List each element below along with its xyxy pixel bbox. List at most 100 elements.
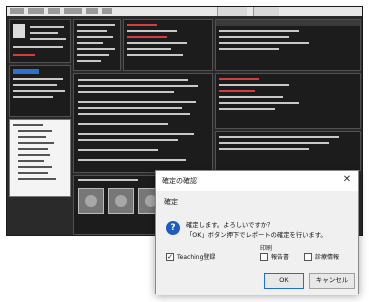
cancel-button[interactable]: キャンセル [309,273,355,289]
text-line [30,32,58,34]
text-line [219,108,275,110]
image-thumbnail[interactable] [78,188,104,214]
list-item[interactable] [219,48,279,50]
list-item[interactable] [13,84,57,86]
menu-item[interactable] [48,8,60,14]
tree-item[interactable] [18,166,52,168]
checkbox-empty-icon[interactable] [304,252,312,261]
checkbox-empty-icon[interactable] [260,252,268,261]
tree-item[interactable] [18,154,50,156]
list-item[interactable] [13,90,65,92]
text-line [78,133,194,135]
toolbar-button[interactable] [253,7,279,16]
history-list-panel [215,19,361,71]
list-item[interactable] [219,36,289,38]
text-line [77,54,109,56]
order-info-panel [73,19,121,71]
menu-item[interactable] [64,8,82,14]
report-editor[interactable] [73,73,213,173]
tree-item[interactable] [18,160,44,162]
image-thumbnail[interactable] [108,188,134,214]
text-line [127,54,183,56]
confirm-message: 確定します。よろしいですか？ [186,222,274,229]
diagnosis-print-checkbox[interactable]: 診療情報 [304,252,339,261]
text-line [78,101,196,103]
checkbox-checked-icon[interactable]: ✓ [166,252,174,261]
confirm-detail-message: 「OK」ボタン押下でレポートの確定を行います。 [186,232,327,239]
ok-button[interactable]: OK [264,273,304,289]
menu-item[interactable] [86,8,98,14]
text-line [77,42,103,44]
patient-info-panel [9,19,71,63]
text-line [127,48,171,50]
question-icon: ? [166,221,180,235]
alert-text [127,36,167,38]
notes-panel [215,131,361,171]
toolbar-button[interactable] [217,7,247,16]
text-line [219,102,299,104]
text-line [30,38,66,40]
alert-text [13,54,35,56]
list-item[interactable] [13,96,53,98]
alert-text [219,90,255,92]
tree-item[interactable] [18,172,48,174]
tree-item[interactable] [18,148,48,150]
diagnosis-print-checkbox-label: 診療情報 [315,254,340,261]
list-item[interactable] [219,42,309,44]
text-line [219,142,329,144]
text-line [127,30,177,32]
text-line [78,85,198,87]
tree-item[interactable] [13,124,43,126]
tree-item[interactable] [18,142,54,144]
report-print-checkbox[interactable]: 報告書 [260,252,289,261]
menu-item[interactable] [102,8,112,14]
text-line [219,84,289,86]
folder-tree-panel [9,119,71,197]
study-list-panel [9,65,71,117]
text-line [78,79,188,81]
text-line [13,46,63,48]
text-line [77,48,115,50]
print-group-label: 印刷 [260,245,273,252]
text-line [127,42,187,44]
text-line [219,96,283,98]
list-header [216,20,360,26]
text-line [77,24,115,26]
text-line [30,26,64,28]
text-line [78,139,178,141]
text-line [78,149,158,151]
tree-item[interactable] [18,178,56,180]
text-line [78,179,138,181]
list-item[interactable] [13,78,63,80]
dialog-title: 確定の確認 [162,177,197,185]
text-line [78,107,182,109]
findings-panel [215,73,361,129]
text-line [78,113,190,115]
close-icon[interactable]: ✕ [340,173,354,187]
text-line [78,159,186,161]
alert-text [127,24,157,26]
alert-text [219,78,259,80]
text-line [78,123,168,125]
dialog-body: 確定 ? 確定します。よろしいですか？ 「OK」ボタン押下でレポートの確定を行い… [156,191,358,295]
text-line [77,60,101,62]
clinical-info-panel [123,19,213,71]
teaching-checkbox[interactable]: ✓ Teaching登録 [166,252,215,261]
report-print-checkbox-label: 報告書 [271,254,290,261]
text-line [219,136,339,138]
tree-item[interactable] [18,130,52,132]
dialog-titlebar: 確定の確認 ✕ [156,171,358,191]
text-line [77,36,113,38]
menu-item[interactable] [10,8,24,14]
dialog-subtitle: 確定 [164,198,178,206]
list-item[interactable] [219,30,299,32]
patient-photo [13,24,25,38]
menu-item[interactable] [28,8,44,14]
text-line [77,30,107,32]
confirm-dialog: 確定の確認 ✕ 確定 ? 確定します。よろしいですか？ 「OK」ボタン押下でレポ… [155,170,359,295]
teaching-checkbox-label: Teaching登録 [177,254,216,261]
selected-row[interactable] [13,69,39,74]
tree-item[interactable] [18,136,46,138]
text-line [78,91,174,93]
app-menubar [7,7,362,16]
